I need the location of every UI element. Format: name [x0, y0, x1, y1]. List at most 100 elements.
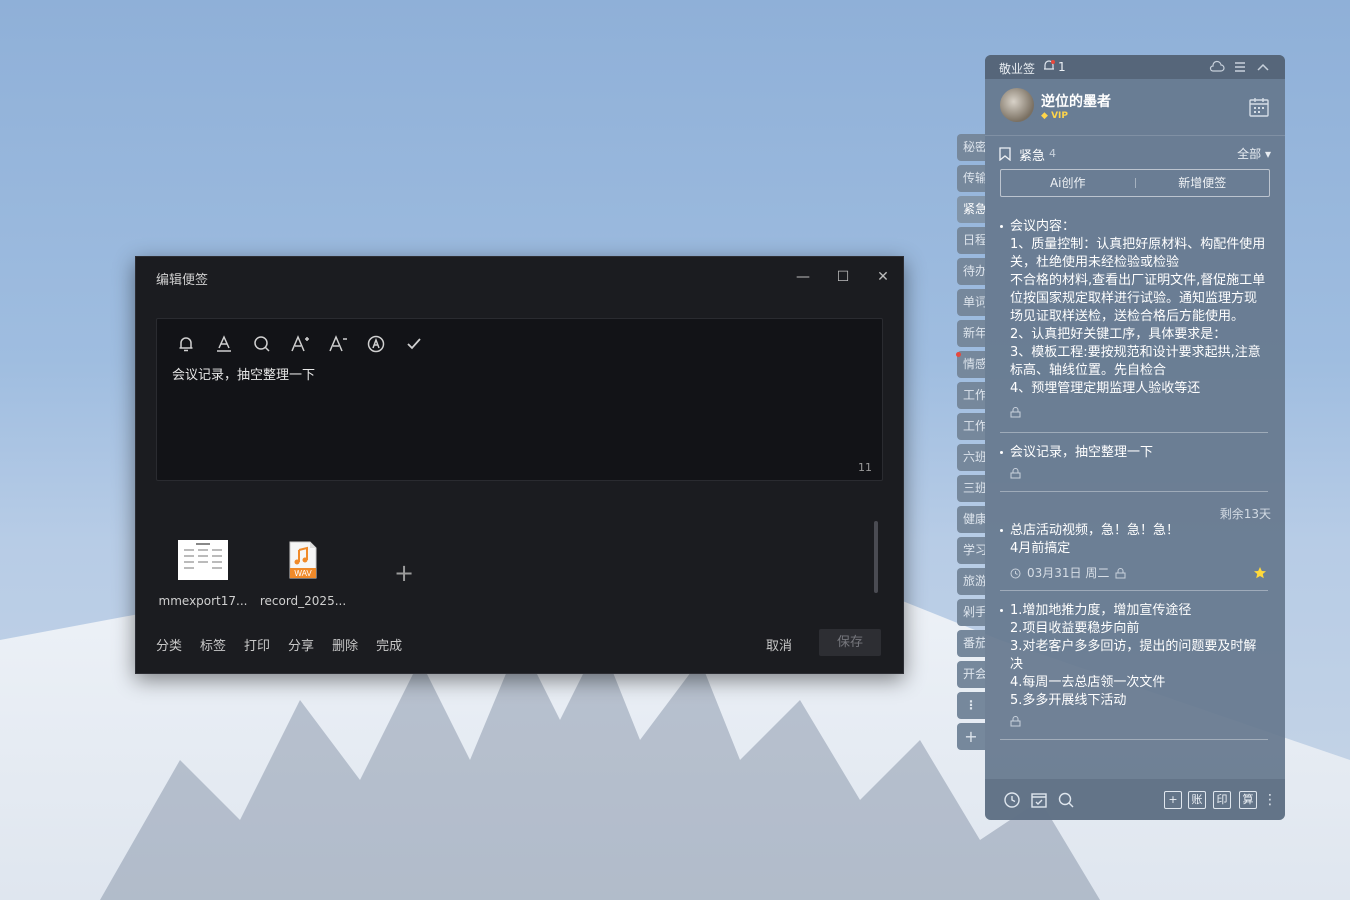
note-line: 2、认真把好关键工序，具体要求是： — [1010, 327, 1227, 342]
tab-item[interactable]: 单词 — [957, 289, 985, 316]
ai-create-button[interactable]: Ai创作 — [1001, 170, 1135, 196]
print-button[interactable]: 打印 — [244, 635, 270, 654]
edit-note-window: 编辑便签 — ☐ ✕ 会议记录，抽空整理一下 11 mmexport17... … — [135, 256, 904, 674]
note-date: 03月31日 周二 — [1027, 566, 1110, 580]
panel-header[interactable]: 敬业签 1 — [985, 55, 1285, 79]
attachment-image[interactable]: mmexport17... — [158, 540, 248, 608]
note-item[interactable]: 会议内容： 1、质量控制：认真把好原材料、构配件使用关，杜绝使用未经检验或检验 … — [1000, 218, 1268, 418]
menu-icon[interactable] — [1232, 59, 1248, 75]
note-line: 4.每周一去总店领一次文件 — [1010, 675, 1166, 690]
ledger-button[interactable]: 账 — [1188, 791, 1206, 809]
attachment-name: mmexport17... — [158, 594, 248, 608]
tab-item[interactable]: 新年 — [957, 320, 985, 347]
note-meta: 03月31日 周二 — [1000, 564, 1268, 582]
lock-icon — [1010, 716, 1021, 727]
add-button[interactable]: + — [1164, 791, 1182, 809]
category-name: 紧急 — [1019, 149, 1046, 164]
check-icon[interactable] — [403, 333, 425, 355]
collapse-icon[interactable] — [1255, 59, 1271, 75]
window-titlebar[interactable]: 编辑便签 — ☐ ✕ — [136, 257, 903, 297]
category-button[interactable]: 分类 — [156, 635, 182, 654]
days-remaining: 剩余13天 — [1219, 507, 1271, 521]
close-button[interactable]: ✕ — [872, 267, 894, 287]
tab-item[interactable]: 工作 — [957, 382, 985, 409]
star-icon[interactable] — [1253, 566, 1267, 580]
history-icon[interactable] — [1003, 791, 1021, 809]
image-thumbnail — [178, 540, 228, 580]
bell-icon[interactable] — [175, 333, 197, 355]
note-separator — [1000, 590, 1268, 591]
save-button[interactable]: 保存 — [819, 629, 881, 656]
search-icon[interactable] — [1057, 791, 1075, 809]
calendar-icon[interactable] — [1247, 95, 1271, 119]
note-item[interactable]: 总店活动视频，急！急！急！ 4月前搞定 03月31日 周二 — [1000, 522, 1268, 582]
note-separator — [1000, 491, 1268, 492]
more-icon[interactable]: ⋮ — [1263, 791, 1277, 809]
lock-icon — [1010, 468, 1021, 479]
note-body: 会议记录，抽空整理一下 — [1000, 444, 1268, 462]
lock-icon — [1115, 567, 1126, 578]
share-button[interactable]: 分享 — [288, 635, 314, 654]
tab-item[interactable]: 三班 — [957, 475, 985, 502]
note-bullet — [1000, 529, 1003, 532]
note-meta — [1000, 407, 1268, 418]
tab-item[interactable]: 待办 — [957, 258, 985, 285]
category-count: 4 — [1049, 147, 1056, 160]
clock-icon — [1010, 568, 1021, 578]
tab-item[interactable]: 情感 — [957, 351, 985, 378]
cancel-button[interactable]: 取消 — [766, 635, 792, 654]
delete-button[interactable]: 删除 — [332, 635, 358, 654]
tab-item[interactable]: 传输 — [957, 165, 985, 192]
tab-item[interactable]: 剁手 — [957, 599, 985, 626]
add-tab-icon[interactable]: + — [957, 723, 985, 750]
notification-bell-icon[interactable] — [1042, 59, 1056, 73]
lock-icon — [1010, 407, 1021, 418]
note-editor[interactable]: 会议记录，抽空整理一下 11 — [156, 318, 883, 481]
unread-dot — [956, 352, 961, 357]
tab-item[interactable]: 秘密 — [957, 134, 985, 161]
tab-item[interactable]: 学习 — [957, 537, 985, 564]
print-button[interactable]: 印 — [1213, 791, 1231, 809]
cloud-sync-icon[interactable] — [1209, 59, 1225, 75]
calculate-button[interactable]: 算 — [1239, 791, 1257, 809]
tab-item[interactable]: 番茄 — [957, 630, 985, 657]
font-decrease-icon[interactable] — [327, 333, 349, 355]
font-color-icon[interactable] — [213, 333, 235, 355]
tab-item[interactable]: 健康 — [957, 506, 985, 533]
category-row: 紧急 4 全部 ▾ — [999, 145, 1271, 164]
tab-item[interactable]: 工作 — [957, 413, 985, 440]
font-increase-icon[interactable] — [289, 333, 311, 355]
note-meta — [1000, 468, 1268, 479]
scrollbar[interactable] — [874, 521, 878, 593]
note-item[interactable]: 1.增加地推力度，增加宣传途径 2.项目收益要稳步向前 3.对老客户多多回访，提… — [1000, 602, 1268, 727]
text-style-icon[interactable] — [365, 333, 387, 355]
maximize-button[interactable]: ☐ — [832, 267, 854, 287]
char-count: 11 — [858, 461, 872, 474]
search-icon[interactable] — [251, 333, 273, 355]
note-body: 总店活动视频，急！急！急！ 4月前搞定 — [1000, 522, 1268, 558]
tab-item[interactable]: 旅游 — [957, 568, 985, 595]
note-meta — [1000, 716, 1268, 727]
add-attachment-icon[interactable]: + — [394, 559, 414, 587]
more-tabs-icon[interactable]: ⋮ — [957, 692, 985, 719]
avatar[interactable] — [1000, 88, 1034, 122]
filter-dropdown[interactable]: 全部 ▾ — [1237, 145, 1271, 162]
todo-icon[interactable] — [1030, 791, 1048, 809]
notification-count: 1 — [1058, 60, 1066, 74]
panel-bottom-bar: + 账 印 算 ⋮ — [985, 779, 1285, 820]
note-item[interactable]: 会议记录，抽空整理一下 — [1000, 444, 1268, 479]
attachment-audio[interactable]: WAV record_2025... — [258, 540, 348, 608]
tab-item[interactable]: 日程 — [957, 227, 985, 254]
note-line: 1.增加地推力度，增加宣传途径 — [1010, 603, 1192, 618]
note-content[interactable]: 会议记录，抽空整理一下 — [172, 364, 315, 383]
tab-item[interactable]: 六班 — [957, 444, 985, 471]
divider — [985, 135, 1285, 136]
minimize-button[interactable]: — — [792, 267, 814, 287]
complete-button[interactable]: 完成 — [376, 635, 402, 654]
new-note-button[interactable]: 新增便签 — [1136, 170, 1270, 196]
note-body: 1.增加地推力度，增加宣传途径 2.项目收益要稳步向前 3.对老客户多多回访，提… — [1000, 602, 1268, 710]
tag-button[interactable]: 标签 — [200, 635, 226, 654]
attachment-name: record_2025... — [259, 594, 347, 608]
tab-item[interactable]: 开会 — [957, 661, 985, 688]
tab-item-active[interactable]: 紧急 — [957, 196, 985, 223]
